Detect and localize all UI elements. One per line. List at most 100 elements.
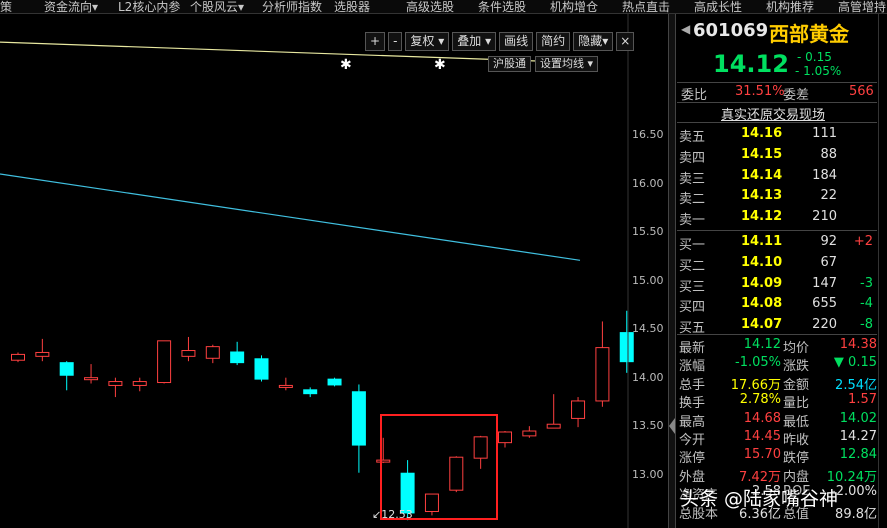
panel-separator: [677, 230, 877, 231]
candle-body: [546, 423, 561, 429]
orderbook-change: -4: [860, 296, 873, 312]
candle-body: [619, 332, 634, 363]
menu-item[interactable]: 热点直击: [622, 0, 670, 13]
last-price: 14.12: [713, 50, 789, 78]
low-arrow-icon: ↙: [372, 508, 382, 521]
candle-body: [498, 431, 512, 444]
orderbook-label: 买一: [679, 238, 706, 253]
menu-item[interactable]: 高级选股: [406, 0, 454, 13]
chevron-down-icon: ▾: [438, 34, 445, 48]
orderbook-label: 买四: [679, 300, 706, 316]
orderbook-label: 买三: [679, 279, 706, 295]
candle-body: [522, 430, 537, 437]
candle-body: [84, 377, 99, 381]
menu-item[interactable]: 机构增仓: [550, 0, 598, 13]
stat-label: 涨幅: [679, 359, 706, 375]
panel-divider[interactable]: [668, 14, 676, 528]
price-axis-label: 14.00: [632, 370, 664, 384]
price-axis-label: 14.50: [632, 322, 664, 336]
menu-item[interactable]: 机构推荐: [766, 0, 814, 13]
menu-item[interactable]: 高成长性: [694, 0, 742, 13]
candle-body: [278, 384, 293, 388]
menu-item[interactable]: 分析师指数: [262, 0, 322, 13]
close-button[interactable]: ×: [616, 32, 635, 51]
candle-body: [11, 353, 25, 361]
hide-dropdown[interactable]: 隐藏▾: [573, 32, 614, 51]
zoom-out-button[interactable]: -: [388, 32, 403, 51]
orderbook-label: 卖五: [679, 130, 706, 145]
candle-body: [351, 391, 366, 446]
stock-name: 西部黄金: [769, 22, 849, 46]
stat-label: 外盘: [679, 469, 706, 485]
orderbook-label: 买二: [679, 258, 706, 274]
set-ma-label: 设置均线: [540, 57, 584, 70]
chevron-down-icon: ▾: [485, 34, 492, 48]
restore-trade-link[interactable]: 真实还原交易现场: [721, 104, 825, 123]
fuquan-dropdown[interactable]: 复权 ▾: [405, 32, 450, 51]
orderbook-price: 14.12: [741, 209, 783, 225]
orderbook-price: 14.10: [741, 254, 783, 270]
menu-item[interactable]: 高管增持: [838, 0, 886, 13]
overlay-dropdown[interactable]: 叠加 ▾: [452, 32, 497, 51]
stat-label: 总手: [679, 377, 706, 393]
candle-body: [205, 346, 220, 359]
right-edge-strip: [878, 14, 887, 528]
orderbook-volume: 220: [812, 317, 837, 333]
set-ma-dropdown[interactable]: 设置均线 ▾: [535, 56, 599, 72]
candle-body: [254, 358, 269, 380]
kline-chart[interactable]: ✱ ✱ + - 复权 ▾ 叠加 ▾ 画线 简约 隐藏▾ × 沪股通 设置均线 ▾ …: [0, 14, 668, 528]
menu-item[interactable]: 条件选股: [478, 0, 526, 13]
panel-separator: [677, 122, 877, 123]
stat-label: 涨跌: [783, 359, 810, 375]
hu-gu-tong-button[interactable]: 沪股通: [488, 56, 531, 72]
menu-item[interactable]: 个股风云▾: [190, 0, 244, 13]
price-change-pct: - 1.05%: [795, 64, 842, 78]
star-marker-icon: ✱: [340, 57, 352, 73]
stat-label: 内盘: [783, 469, 810, 485]
price-axis-label: 15.50: [632, 225, 664, 239]
menu-item[interactable]: L2核心内参: [118, 0, 180, 13]
price-change: - 0.15: [797, 50, 832, 64]
stat-label: 最新: [679, 341, 706, 356]
stock-code: 601069: [693, 20, 769, 41]
watermark-text: 头条 @陆家嘴谷神: [680, 488, 839, 510]
orderbook-volume: 67: [820, 254, 837, 270]
kline-svg[interactable]: ✱ ✱: [0, 14, 668, 528]
stat-value: 1.57: [848, 392, 877, 408]
orderbook-price: 14.14: [741, 167, 783, 183]
collapse-arrow-icon[interactable]: [669, 418, 675, 434]
candle-body: [35, 351, 50, 357]
candle-body: [595, 347, 610, 402]
stat-label: 换手: [679, 396, 706, 412]
menu-item[interactable]: 策: [0, 0, 12, 13]
stat-label: 今开: [679, 433, 706, 448]
zoom-in-button[interactable]: +: [365, 32, 386, 51]
candle-body: [424, 493, 439, 513]
price-axis-label: 15.00: [632, 273, 664, 287]
ma-line: [0, 173, 581, 261]
menu-item[interactable]: 选股器: [334, 0, 370, 13]
orderbook-volume: 184: [812, 167, 837, 183]
candle-body: [473, 436, 488, 459]
stat-value: -1.05%: [735, 355, 781, 371]
orderbook-price: 14.07: [741, 317, 783, 333]
stat-value: 10.24万: [826, 469, 877, 485]
orderbook-price: 14.15: [741, 146, 783, 162]
candle-body: [230, 351, 245, 364]
stat-label: 昨收: [783, 433, 810, 448]
menu-item[interactable]: 资金流向▾: [44, 0, 98, 13]
more-arrow-icon[interactable]: ◀: [681, 22, 690, 36]
highlight-box: [380, 414, 498, 520]
candle-body: [327, 378, 342, 386]
orderbook-label: 卖三: [679, 171, 706, 187]
orderbook-label: 卖二: [679, 192, 706, 208]
draw-line-button[interactable]: 画线: [499, 32, 534, 51]
orderbook-price: 14.08: [741, 296, 783, 312]
stat-label: 跌停: [783, 451, 810, 467]
stat-label: 均价: [783, 341, 810, 356]
low-price-value: 12.53: [381, 508, 413, 521]
simple-mode-button[interactable]: 简约: [536, 32, 571, 51]
price-axis-label: 16.00: [632, 176, 664, 190]
stat-value: 12.84: [839, 447, 877, 463]
stat-label: 量比: [783, 396, 810, 412]
